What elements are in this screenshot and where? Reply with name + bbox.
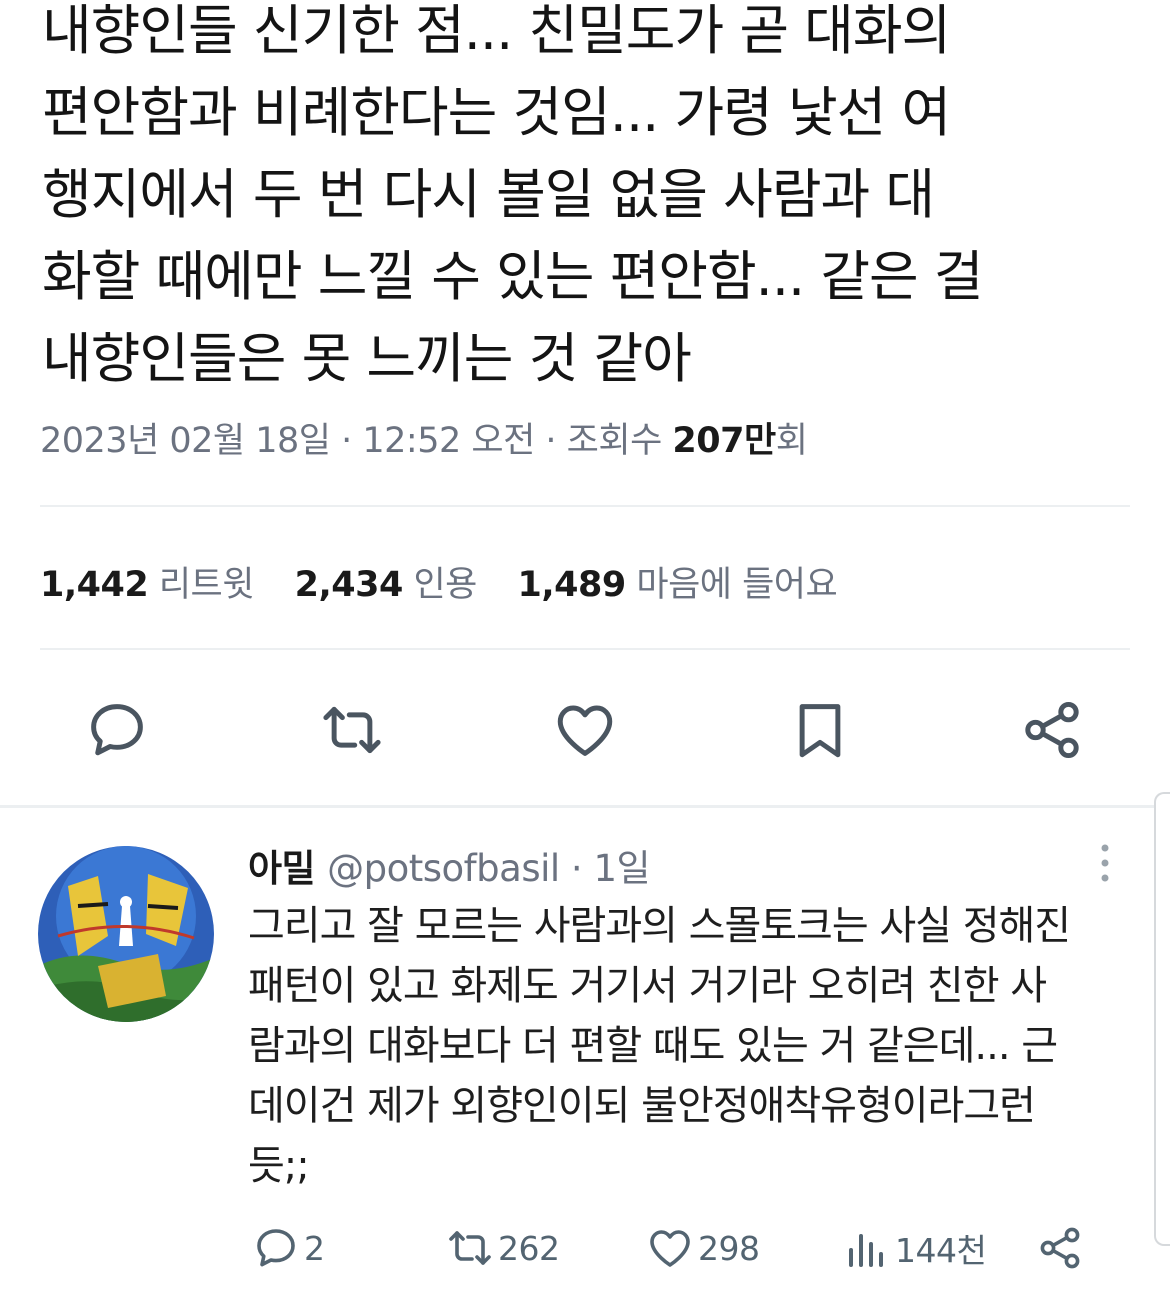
tweet-action-bar	[0, 690, 1170, 770]
meta-separator: ·	[330, 421, 363, 461]
tweet-text-line: 행지에서 두 번 다시 볼일 없을 사람과 대	[42, 163, 935, 226]
likes-stat[interactable]: 1,489 마음에 들어요	[518, 565, 838, 605]
reply-reply-button[interactable]: 2	[252, 1218, 325, 1278]
divider	[40, 505, 1130, 507]
reply-like-button[interactable]: 298	[646, 1218, 760, 1278]
tweet-text-line: 화할 때에만 느낄 수 있는 편안함... 같은 걸	[42, 245, 984, 308]
quotes-label: 인용	[413, 565, 477, 605]
reply-count: 2	[304, 1228, 325, 1268]
reply-header: 아밀 @potsofbasil · 1일	[248, 838, 651, 892]
reply-icon	[91, 704, 143, 756]
like-count: 298	[698, 1228, 760, 1268]
likes-count: 1,489	[517, 565, 627, 605]
tweet-text: 내향인들 신기한 점... 친밀도가 곧 대화의 편안함과 비례한다는 것임..…	[42, 0, 1142, 400]
retweet-icon	[323, 706, 381, 754]
reply-text: 그리고 잘 모르는 사람과의 스몰토크는 사실 정해진 패턴이 있고 화제도 거…	[248, 896, 1148, 1196]
heart-icon	[557, 705, 613, 756]
avatar-image	[38, 846, 214, 1022]
retweets-label: 리트윗	[158, 565, 255, 605]
avatar[interactable]	[38, 846, 214, 1022]
tweet-text-line: 편안함과 비례한다는 것임... 가령 낯선 여	[42, 81, 951, 144]
retweet-icon	[449, 1231, 491, 1265]
views-count: 144천	[895, 1231, 987, 1270]
retweets-stat[interactable]: 1,442 리트윗	[40, 565, 254, 605]
bookmark-icon	[799, 704, 841, 758]
share-icon	[1025, 701, 1079, 759]
quotes-stat[interactable]: 2,434 인용	[294, 565, 478, 605]
reply-views-button[interactable]: 144천	[843, 1218, 987, 1278]
reply-retweet-button[interactable]: 262	[446, 1218, 560, 1278]
like-button[interactable]	[545, 690, 625, 770]
reply-author-name[interactable]: 아밀	[248, 847, 316, 890]
views-count: 207만	[672, 421, 776, 461]
more-vertical-icon	[1101, 844, 1109, 882]
heart-icon	[650, 1230, 690, 1267]
reply-share-button[interactable]	[1036, 1218, 1088, 1278]
reply-text-line: 듯;;	[248, 1143, 310, 1189]
reply-icon	[257, 1229, 295, 1267]
reply-text-line: 패턴이 있고 화제도 거기서 거기라 오히려 친한 사	[248, 963, 1047, 1009]
tweet-stats: 1,442 리트윗 2,434 인용 1,489 마음에 들어요	[40, 556, 867, 607]
reply-text-line: 람과의 대화보다 더 편할 때도 있는 거 같은데... 근	[248, 1023, 1058, 1069]
share-icon	[1040, 1227, 1080, 1269]
reply-time[interactable]: · 1일	[560, 847, 651, 890]
views-chart-icon	[849, 1234, 883, 1267]
share-button[interactable]	[1012, 690, 1092, 770]
tweet-date[interactable]: 2023년 02월 18일	[40, 421, 331, 461]
quotes-count: 2,434	[294, 565, 404, 605]
divider	[40, 648, 1130, 650]
section-divider	[0, 805, 1170, 808]
reply-button[interactable]	[77, 690, 157, 770]
reply-author-handle[interactable]: @potsofbasil	[327, 847, 560, 890]
meta-separator: ·	[534, 421, 567, 461]
retweet-count: 262	[498, 1228, 560, 1268]
tweet-meta: 2023년 02월 18일 · 12:52 오전 · 조회수 207만회	[40, 412, 808, 463]
likes-label: 마음에 들어요	[636, 565, 838, 605]
reply-action-bar: 2 262 298 144천	[0, 1218, 1170, 1278]
views-suffix: 회	[775, 421, 808, 461]
scrollbar-handle[interactable]	[1154, 792, 1170, 1246]
more-options-button[interactable]	[1088, 842, 1122, 884]
tweet-text-line: 내향인들은 못 느끼는 것 같아	[42, 327, 692, 390]
tweet-time[interactable]: 12:52 오전	[362, 421, 535, 461]
retweet-button[interactable]	[312, 690, 392, 770]
reply-text-line: 그리고 잘 모르는 사람과의 스몰토크는 사실 정해진	[248, 903, 1071, 949]
tweet-text-line: 내향인들 신기한 점... 친밀도가 곧 대화의	[42, 0, 951, 62]
retweets-count: 1,442	[40, 565, 149, 605]
views-label: 조회수	[566, 421, 663, 461]
reply-text-line: 데이건 제가 외향인이되 불안정애착유형이라그런	[248, 1083, 1036, 1129]
bookmark-button[interactable]	[780, 690, 860, 770]
